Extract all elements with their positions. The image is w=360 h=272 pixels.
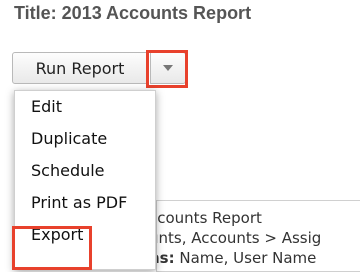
menu-item-edit[interactable]: Edit <box>15 91 157 121</box>
menu-item-export[interactable]: Export <box>15 219 157 249</box>
report-details-panel: ccounts Report unts, Accounts > Assig ns… <box>156 200 360 272</box>
report-detail-line: ns: Name, User Name <box>157 249 317 267</box>
report-detail-value: Name, User Name <box>174 249 317 267</box>
report-detail-line: unts, Accounts > Assig <box>156 229 322 247</box>
chevron-down-icon <box>163 65 173 71</box>
menu-item-print-as-pdf[interactable]: Print as PDF <box>15 187 157 217</box>
page-title: Title: 2013 Accounts Report <box>14 3 252 23</box>
report-detail-label: ns: <box>157 249 175 267</box>
report-detail-line: ccounts Report <box>156 209 262 227</box>
run-report-dropdown-button[interactable] <box>150 52 186 84</box>
actions-dropdown-menu: Edit Duplicate Schedule Print as PDF Exp… <box>14 90 156 270</box>
run-report-group: Run Report <box>12 52 188 84</box>
menu-item-schedule[interactable]: Schedule <box>15 155 157 185</box>
menu-item-duplicate[interactable]: Duplicate <box>15 123 157 153</box>
run-report-button[interactable]: Run Report <box>12 52 148 84</box>
